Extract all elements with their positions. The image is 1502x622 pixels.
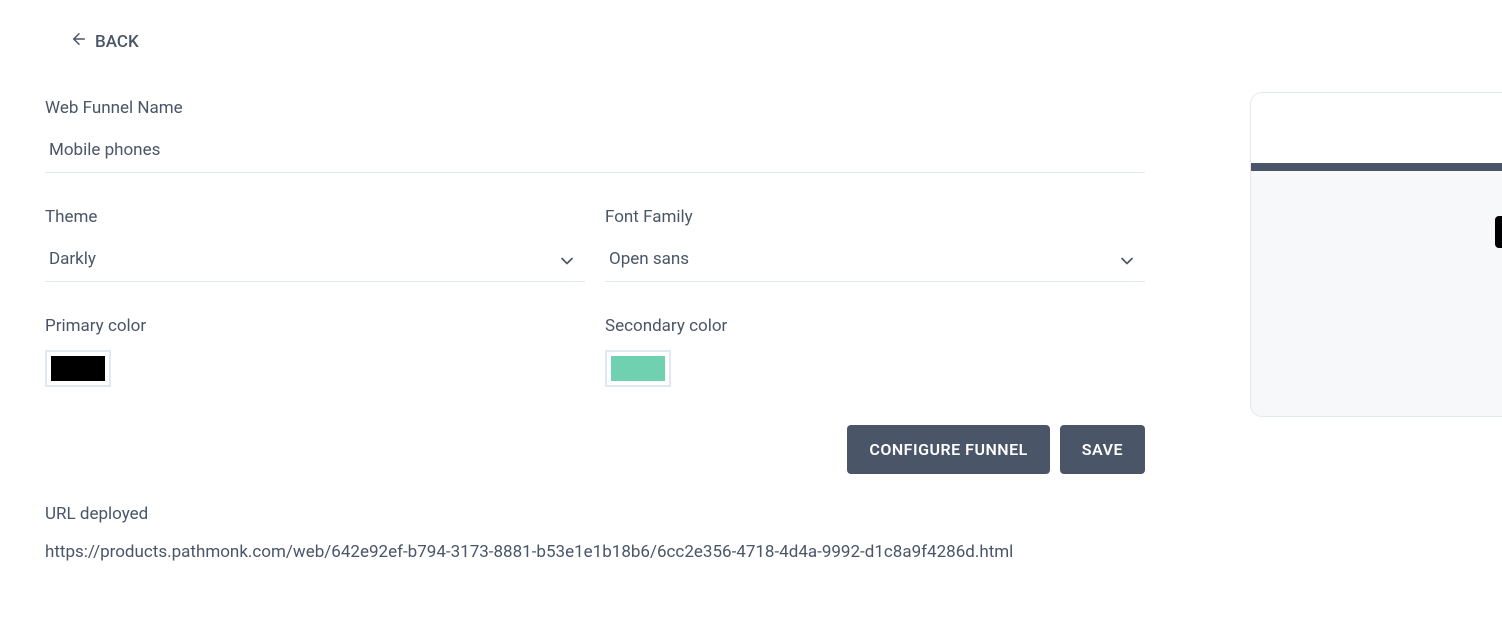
font-family-label: Font Family	[605, 207, 1145, 227]
secondary-color-label: Secondary color	[605, 316, 1145, 336]
primary-color-swatch	[51, 356, 105, 381]
back-label: BACK	[95, 32, 139, 52]
configure-funnel-button[interactable]: CONFIGURE FUNNEL	[847, 425, 1049, 474]
chevron-down-icon	[1117, 251, 1137, 271]
primary-color-label: Primary color	[45, 316, 585, 336]
theme-value: Darkly	[49, 249, 96, 269]
secondary-color-picker[interactable]	[605, 350, 671, 387]
back-link[interactable]: BACK	[70, 30, 139, 53]
font-family-value: Open sans	[609, 249, 689, 269]
arrow-left-icon	[70, 30, 88, 53]
funnel-name-label: Web Funnel Name	[45, 98, 1145, 118]
save-button[interactable]: SAVE	[1060, 425, 1145, 474]
chevron-down-icon	[557, 251, 577, 271]
primary-color-picker[interactable]	[45, 350, 111, 387]
lets-start-button[interactable]: Let's Start	[1495, 216, 1502, 248]
secondary-color-swatch	[611, 356, 665, 381]
preview-divider	[1251, 163, 1502, 171]
url-deployed-value: https://products.pathmonk.com/web/642e92…	[45, 542, 1145, 562]
theme-select[interactable]: Darkly	[45, 241, 585, 282]
font-family-select[interactable]: Open sans	[605, 241, 1145, 282]
preview-header: Pathmonk OPEN PREVIEW	[1251, 93, 1502, 163]
preview-body: Let's Start	[1251, 171, 1502, 416]
preview-panel: Pathmonk OPEN PREVIEW Let's Start	[1250, 92, 1502, 417]
funnel-name-input[interactable]	[45, 132, 1145, 173]
url-deployed-label: URL deployed	[45, 504, 1145, 524]
theme-label: Theme	[45, 207, 585, 227]
